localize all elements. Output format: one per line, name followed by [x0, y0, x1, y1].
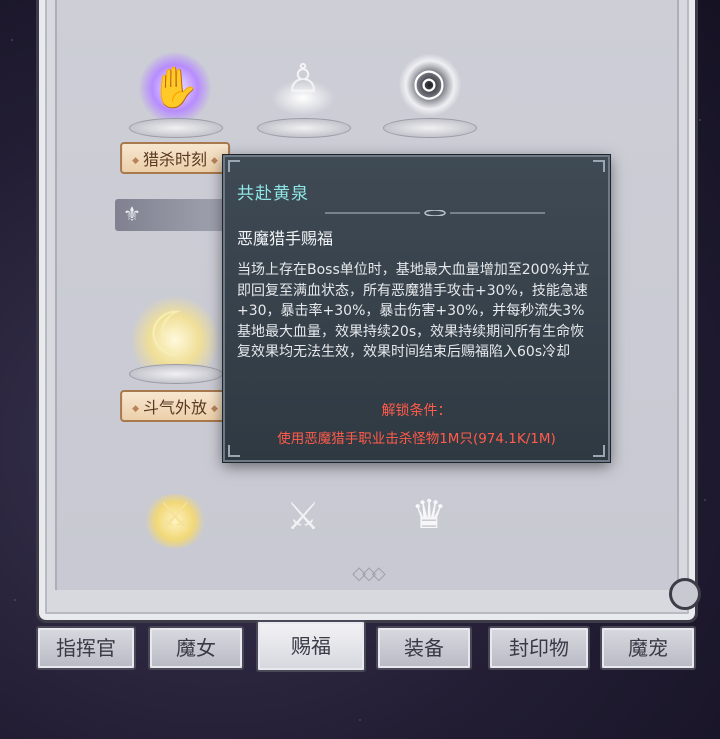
- skill-slot-6[interactable]: ⚔: [243, 492, 363, 552]
- bottom-tab-bar: 指挥官 魔女 赐福 装备 封印物 魔宠: [34, 620, 696, 674]
- tab-sealed-items[interactable]: 封印物: [488, 626, 590, 670]
- tab-witch[interactable]: 魔女: [148, 626, 244, 670]
- unlock-condition-label: 解锁条件：: [381, 403, 452, 419]
- pedestal: [129, 118, 223, 138]
- skill-slot-hunting-moment[interactable]: ✋ 猎杀时刻: [115, 50, 235, 180]
- skill-slot-5[interactable]: ⚔: [115, 492, 235, 552]
- skill-label: 斗气外放: [120, 390, 230, 422]
- ornate-divider-icon: [325, 210, 545, 216]
- fleur-de-lis-icon: ⚜: [123, 202, 141, 226]
- tab-equipment[interactable]: 装备: [376, 626, 472, 670]
- tab-pets[interactable]: 魔宠: [600, 626, 696, 670]
- tooltip-title: 共赴黄泉: [237, 184, 309, 204]
- tab-commander[interactable]: 指挥官: [36, 626, 136, 670]
- vortex-icon: ◎: [412, 60, 446, 104]
- skill-slot-2[interactable]: ♙: [243, 50, 363, 150]
- skill-slot-3[interactable]: ◎: [369, 50, 489, 150]
- corner-ornament: [228, 160, 240, 172]
- pedestal: [129, 364, 223, 384]
- pedestal: [257, 118, 351, 138]
- crescent-slash-icon: ☾: [147, 298, 203, 371]
- cloaked-figure-icon: ♛: [411, 492, 447, 538]
- corner-ornament: [593, 160, 605, 172]
- tooltip-description: 当场上存在Boss单位时，基地最大血量增加至200%并立即回复至满血状态，所有恶…: [237, 262, 590, 360]
- purple-claw-icon: ✋: [150, 65, 200, 111]
- pedestal: [383, 118, 477, 138]
- unlock-condition-text: 使用恶魔猎手职业击杀怪物1M只(974.1K/1M): [277, 431, 556, 447]
- skill-slot-7[interactable]: ♛: [369, 492, 489, 552]
- crossed-swords-icon: ⚔: [157, 494, 193, 538]
- scroll-curl-icon: [669, 578, 701, 610]
- winged-swords-icon: ⚔: [285, 494, 321, 538]
- section-header-strip: ⚜: [115, 199, 235, 231]
- skill-slot-battle-aura[interactable]: ☾ 斗气外放: [115, 292, 235, 432]
- skill-label: 猎杀时刻: [120, 142, 230, 174]
- figure-statue-icon: ♙: [285, 56, 321, 102]
- tab-blessing[interactable]: 赐福: [256, 620, 366, 672]
- tooltip-subtitle: 恶魔猎手赐福: [237, 229, 334, 248]
- blessing-tooltip: 共赴黄泉 恶魔猎手赐福 当场上存在Boss单位时，基地最大血量增加至200%并立…: [223, 155, 610, 462]
- scroll-bottom-ornament: ◇◇◇: [352, 563, 385, 584]
